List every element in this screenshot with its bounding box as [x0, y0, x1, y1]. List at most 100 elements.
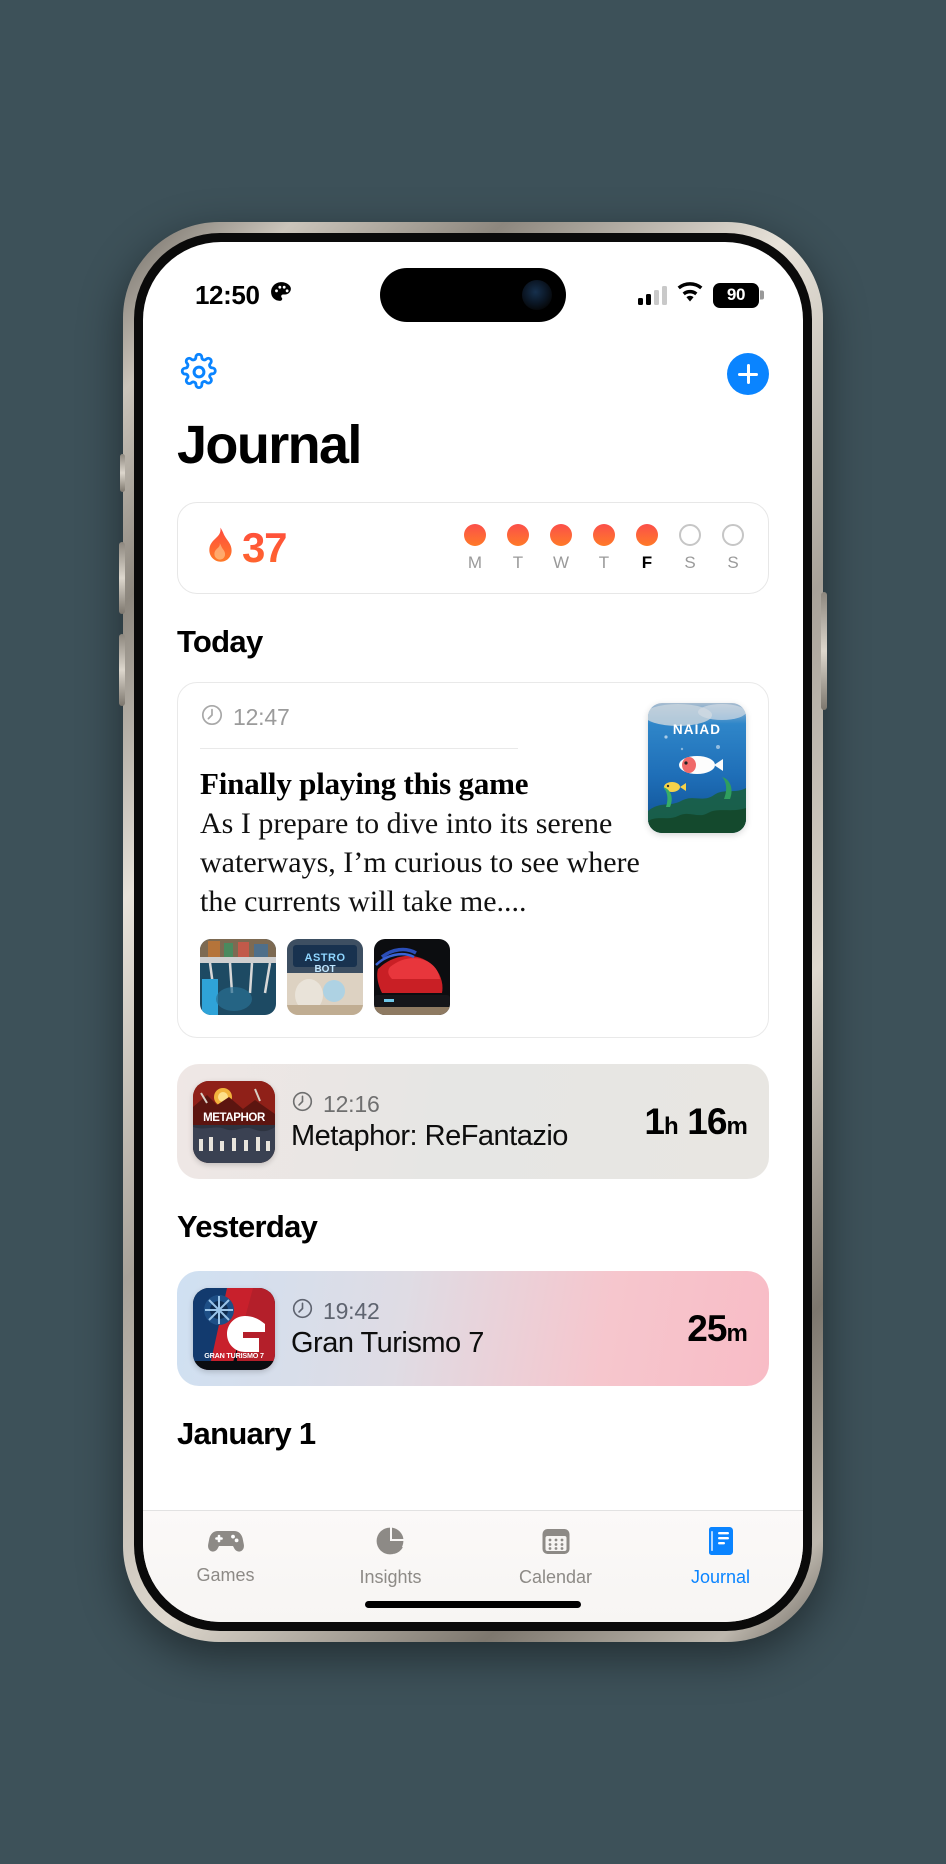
streak-day-label: T	[512, 552, 524, 572]
page-title: Journal	[177, 415, 362, 475]
session-title: Gran Turismo 7	[291, 1327, 484, 1359]
streak-day-label: W	[552, 552, 570, 572]
status-bar-left: 12:50	[195, 280, 294, 311]
tab-label-games: Games	[196, 1565, 255, 1585]
game-cover-naiad[interactable]: NAIAD	[648, 703, 746, 833]
cover-title-text: GRAN TURISMO 7	[204, 1351, 264, 1360]
session-duration: 25m	[687, 1307, 748, 1350]
book-icon	[706, 1525, 736, 1562]
streak-count-group: 37	[202, 524, 288, 572]
streak-dot-filled	[464, 523, 486, 546]
streak-count: 37	[242, 524, 288, 571]
section-header-yesterday: Yesterday	[177, 1209, 318, 1244]
duration-hours-unit: h	[664, 1112, 679, 1140]
iphone-device-frame: 12:50 90 Journal 37 M T W T F S S Today …	[119, 222, 827, 1642]
note-time: 12:47	[233, 704, 290, 730]
session-info: 19:42 Gran Turismo 7	[291, 1297, 671, 1360]
tab-games[interactable]: Games	[143, 1525, 308, 1586]
streak-dot-filled	[593, 523, 615, 546]
streak-widget[interactable]: 37 M T W T F S S	[177, 502, 769, 594]
silent-switch[interactable]	[120, 454, 125, 492]
thumbnail-astro-bot[interactable]: ASTRO BOT	[287, 939, 363, 1015]
thumbnail-red-car[interactable]	[374, 939, 450, 1015]
tab-insights[interactable]: Insights	[308, 1525, 473, 1588]
volume-down-button[interactable]	[119, 634, 125, 706]
cover-title-text: METAPHOR	[203, 1112, 266, 1124]
piechart-icon	[375, 1525, 407, 1562]
session-time-row: 19:42	[291, 1297, 671, 1325]
session-time-row: 12:16	[291, 1090, 628, 1118]
streak-day-today[interactable]: F	[634, 523, 660, 573]
duration-hours-value: 1	[644, 1100, 665, 1142]
journal-note-card[interactable]: 12:47 Finally playing this game As I pre…	[177, 682, 769, 1038]
wifi-icon	[676, 282, 704, 308]
streak-dot-empty	[722, 523, 744, 546]
scroll-content[interactable]: Journal 37 M T W T F S S Today 12:47 Fin…	[143, 242, 803, 1510]
session-duration: 1h 16m	[644, 1100, 748, 1143]
streak-dot-filled	[507, 523, 529, 546]
streak-day-label: F	[641, 552, 653, 572]
note-thumbnails: ASTRO BOT	[200, 939, 746, 1015]
streak-dot-filled	[550, 523, 572, 546]
section-header-january-1: January 1	[177, 1416, 316, 1451]
session-info: 12:16 Metaphor: ReFantazio	[291, 1090, 628, 1153]
streak-dot-filled	[636, 523, 658, 546]
duration-minutes-value: 16	[687, 1100, 727, 1142]
section-header-today: Today	[177, 624, 263, 659]
note-divider	[200, 748, 518, 749]
cover-title-text: NAIAD	[673, 722, 721, 737]
note-body: As I prepare to dive into its serene wat…	[200, 807, 640, 918]
streak-day[interactable]: S	[720, 523, 746, 573]
clock-icon	[200, 703, 224, 732]
session-time: 12:16	[323, 1090, 380, 1117]
phone-screen: 12:50 90 Journal 37 M T W T F S S Today …	[143, 242, 803, 1622]
note-time-row: 12:47	[200, 703, 648, 732]
streak-day[interactable]: S	[677, 523, 703, 573]
power-button[interactable]	[821, 592, 827, 710]
duration-minutes-unit: m	[726, 1319, 748, 1347]
plus-icon	[738, 364, 758, 384]
game-cover-gran-turismo-7: GRAN TURISMO 7	[193, 1287, 275, 1370]
tab-label-journal: Journal	[690, 1567, 751, 1587]
streak-day-label: S	[727, 552, 739, 572]
flame-icon	[202, 526, 234, 571]
tab-calendar[interactable]: Calendar	[473, 1525, 638, 1588]
streak-day-label: T	[598, 552, 610, 572]
streak-day-label: S	[684, 552, 696, 572]
streak-day[interactable]: M	[462, 523, 488, 573]
streak-day[interactable]: T	[505, 523, 531, 573]
duration-minutes-value: 25	[687, 1307, 727, 1349]
svg-text:ASTRO: ASTRO	[305, 952, 346, 964]
streak-dot-empty	[679, 523, 701, 546]
session-time: 19:42	[323, 1297, 380, 1324]
streak-day[interactable]: T	[591, 523, 617, 573]
tab-journal[interactable]: Journal	[638, 1525, 803, 1588]
journal-app: Journal 37 M T W T F S S Today 12:47 Fin…	[143, 242, 803, 1622]
battery-level-text: 90	[726, 285, 746, 304]
game-cover-metaphor-refantazio: METAPHOR	[193, 1080, 275, 1163]
note-title: Finally playing this game	[200, 766, 529, 801]
status-bar-time: 12:50	[195, 279, 260, 310]
clock-icon	[291, 1090, 314, 1118]
note-header: 12:47 Finally playing this game As I pre…	[200, 703, 746, 921]
status-bar-right: 90	[638, 282, 759, 308]
session-row-metaphor-refantazio[interactable]: METAPHOR 12:16 Metaphor: ReFantazio 1h 1…	[177, 1064, 769, 1179]
device-bezel: 12:50 90 Journal 37 M T W T F S S Today …	[134, 233, 812, 1631]
calendar-icon	[540, 1525, 572, 1562]
session-title: Metaphor: ReFantazio	[291, 1120, 568, 1152]
front-camera-icon	[522, 280, 552, 310]
add-entry-button[interactable]	[727, 353, 769, 395]
settings-button[interactable]	[177, 352, 221, 396]
gear-icon	[180, 352, 218, 396]
tab-label-calendar: Calendar	[518, 1567, 593, 1587]
cellular-signal-icon	[638, 285, 667, 305]
clock-icon	[291, 1297, 314, 1325]
streak-day-label: M	[467, 552, 483, 572]
battery-icon: 90	[713, 282, 759, 308]
thumbnail-workbench[interactable]	[200, 939, 276, 1015]
streak-day[interactable]: W	[548, 523, 574, 573]
home-indicator[interactable]	[365, 1601, 581, 1608]
gamepad-icon	[207, 1525, 245, 1560]
volume-up-button[interactable]	[119, 542, 125, 614]
session-row-gran-turismo-7[interactable]: GRAN TURISMO 7 19:42 Gran Turismo 7 25m	[177, 1271, 769, 1386]
